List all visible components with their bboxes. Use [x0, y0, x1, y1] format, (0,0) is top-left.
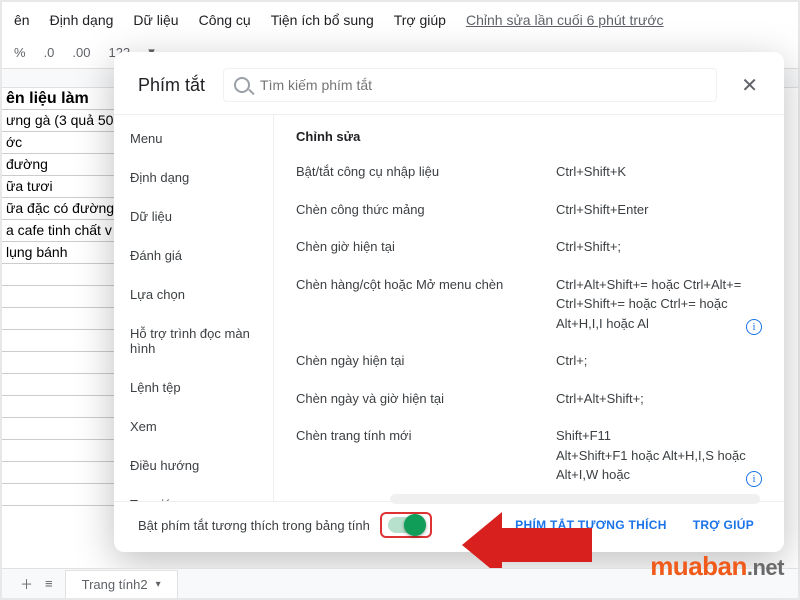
percent-format-button[interactable]: %: [10, 43, 30, 62]
sidebar-item-review[interactable]: Đánh giá: [114, 236, 273, 275]
dialog-title: Phím tắt: [138, 75, 205, 96]
search-wrapper[interactable]: [223, 68, 717, 102]
compat-toggle-label: Bật phím tắt tương thích trong bảng tính: [138, 518, 370, 533]
close-button[interactable]: ✕: [735, 69, 764, 102]
shortcut-row: Chèn ngày hiện tạiCtrl+;: [294, 345, 784, 383]
sidebar-item-format[interactable]: Định dạng: [114, 158, 273, 197]
all-sheets-button[interactable]: ≡: [45, 576, 53, 591]
menu-item-1[interactable]: Định dạng: [42, 8, 122, 32]
menu-item-2[interactable]: Dữ liệu: [125, 8, 186, 32]
info-icon[interactable]: i: [746, 319, 762, 335]
search-icon: [234, 77, 250, 93]
compat-toggle[interactable]: [388, 517, 424, 533]
section-title-edit: Chỉnh sửa: [294, 119, 784, 156]
annotation-highlight: [380, 512, 432, 538]
sidebar-item-screenreader[interactable]: Hỗ trợ trình đọc màn hình: [114, 314, 273, 368]
sidebar-item-file[interactable]: Lệnh tệp: [114, 368, 273, 407]
shortcut-row: Chèn giờ hiện tạiCtrl+Shift+;: [294, 231, 784, 269]
shortcut-row: Chèn trang tính mớiShift+F11 Alt+Shift+F…: [294, 420, 784, 497]
sidebar-item-data[interactable]: Dữ liệu: [114, 197, 273, 236]
sheet-tab[interactable]: Trang tính2 ▾: [65, 570, 178, 598]
last-edit-link[interactable]: Chỉnh sửa lần cuối 6 phút trước: [458, 8, 672, 32]
shortcut-row: Bật/tắt công cụ nhập liệuCtrl+Shift+K: [294, 156, 784, 194]
decrease-decimal-button[interactable]: .0: [40, 43, 59, 62]
menu-item-4[interactable]: Tiện ích bổ sung: [263, 8, 382, 32]
horizontal-scrollbar[interactable]: [390, 494, 760, 504]
shortcut-content: Chỉnh sửa Bật/tắt công cụ nhập liệuCtrl+…: [274, 115, 784, 501]
search-input[interactable]: [260, 77, 706, 93]
menu-item-3[interactable]: Công cụ: [191, 8, 259, 32]
shortcut-row: Chèn công thức mảngCtrl+Shift+Enter: [294, 194, 784, 232]
info-icon[interactable]: i: [746, 471, 762, 487]
sidebar-item-nav[interactable]: Điều hướng: [114, 446, 273, 485]
help-link[interactable]: Trợ giúp: [685, 512, 762, 538]
sidebar-item-selection[interactable]: Lựa chọn: [114, 275, 273, 314]
shortcuts-dialog: Phím tắt ✕ Menu Định dạng Dữ liệu Đánh g…: [114, 52, 784, 552]
category-sidebar: Menu Định dạng Dữ liệu Đánh giá Lựa chọn…: [114, 115, 274, 501]
shortcut-row: Chèn hàng/cột hoặc Mở menu chènCtrl+Alt+…: [294, 269, 784, 346]
sidebar-item-view[interactable]: Xem: [114, 407, 273, 446]
menu-bar: ên Định dạng Dữ liệu Công cụ Tiện ích bổ…: [2, 2, 798, 38]
add-sheet-button[interactable]: ＋: [20, 574, 33, 593]
menu-item-0[interactable]: ên: [6, 8, 38, 32]
menu-item-5[interactable]: Trợ giúp: [386, 8, 454, 32]
watermark: muaban.net: [650, 551, 784, 582]
toggle-knob: [404, 514, 426, 536]
increase-decimal-button[interactable]: .00: [68, 43, 94, 62]
sheet-tab-label: Trang tính2: [82, 577, 148, 592]
sidebar-item-help[interactable]: Trợ giúp: [114, 485, 273, 501]
chevron-down-icon: ▾: [156, 579, 161, 590]
shortcut-row: Chèn ngày và giờ hiện tạiCtrl+Alt+Shift+…: [294, 383, 784, 421]
sidebar-item-menu[interactable]: Menu: [114, 119, 273, 158]
